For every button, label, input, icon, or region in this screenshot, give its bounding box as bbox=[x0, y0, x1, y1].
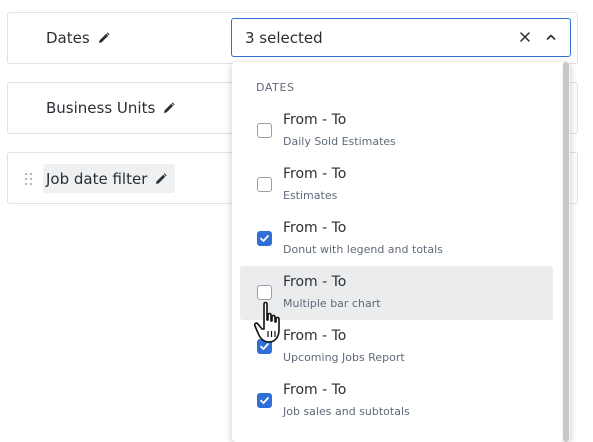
dropdown-option[interactable]: From - To Donut with legend and totals bbox=[240, 212, 553, 266]
filter-label-business-units: Business Units bbox=[46, 83, 175, 133]
checkbox-checked[interactable] bbox=[257, 231, 272, 246]
close-icon[interactable] bbox=[520, 32, 530, 42]
select-value: 3 selected bbox=[245, 28, 323, 47]
filter-name: Business Units bbox=[46, 99, 156, 117]
filter-name: Dates bbox=[46, 29, 90, 47]
pencil-icon[interactable] bbox=[163, 102, 175, 114]
dates-multiselect[interactable]: 3 selected bbox=[231, 18, 571, 57]
option-title: From - To bbox=[283, 166, 347, 182]
check-icon bbox=[260, 235, 269, 242]
dropdown-option[interactable]: From - To Daily Sold Estimates bbox=[240, 104, 553, 158]
pencil-icon[interactable] bbox=[155, 172, 167, 185]
checkbox[interactable] bbox=[257, 123, 272, 138]
option-subtitle: Donut with legend and totals bbox=[283, 243, 443, 256]
checkbox[interactable] bbox=[257, 285, 272, 300]
hand-pointer-cursor-icon bbox=[253, 301, 280, 343]
chevron-up-icon[interactable] bbox=[546, 33, 556, 41]
filter-label-job-date: Job date filter bbox=[43, 164, 176, 193]
filter-name: Job date filter bbox=[46, 169, 148, 188]
pencil-icon[interactable] bbox=[98, 32, 110, 44]
checkbox-checked[interactable] bbox=[257, 393, 272, 408]
option-title: From - To bbox=[283, 382, 347, 398]
dropdown-option[interactable]: From - To Job sales and subtotals bbox=[240, 374, 553, 428]
option-title: From - To bbox=[283, 220, 347, 236]
check-icon bbox=[260, 397, 269, 404]
option-subtitle: Upcoming Jobs Report bbox=[283, 351, 405, 364]
dropdown-option[interactable]: From - To Estimates bbox=[240, 158, 553, 212]
dropdown-heading: DATES bbox=[256, 81, 295, 94]
filter-label-dates: Dates bbox=[46, 13, 110, 63]
option-subtitle: Daily Sold Estimates bbox=[283, 135, 396, 148]
option-subtitle: Multiple bar chart bbox=[283, 297, 381, 310]
option-subtitle: Estimates bbox=[283, 189, 338, 202]
option-title: From - To bbox=[283, 274, 347, 290]
option-subtitle: Job sales and subtotals bbox=[283, 405, 410, 418]
drag-handle-icon[interactable] bbox=[25, 173, 33, 185]
scrollbar-thumb[interactable] bbox=[563, 62, 569, 442]
option-title: From - To bbox=[283, 328, 347, 344]
scrollbar[interactable] bbox=[562, 62, 570, 442]
dates-dropdown: DATES From - To Daily Sold Estimates Fro… bbox=[232, 62, 570, 442]
option-title: From - To bbox=[283, 112, 347, 128]
checkbox[interactable] bbox=[257, 177, 272, 192]
